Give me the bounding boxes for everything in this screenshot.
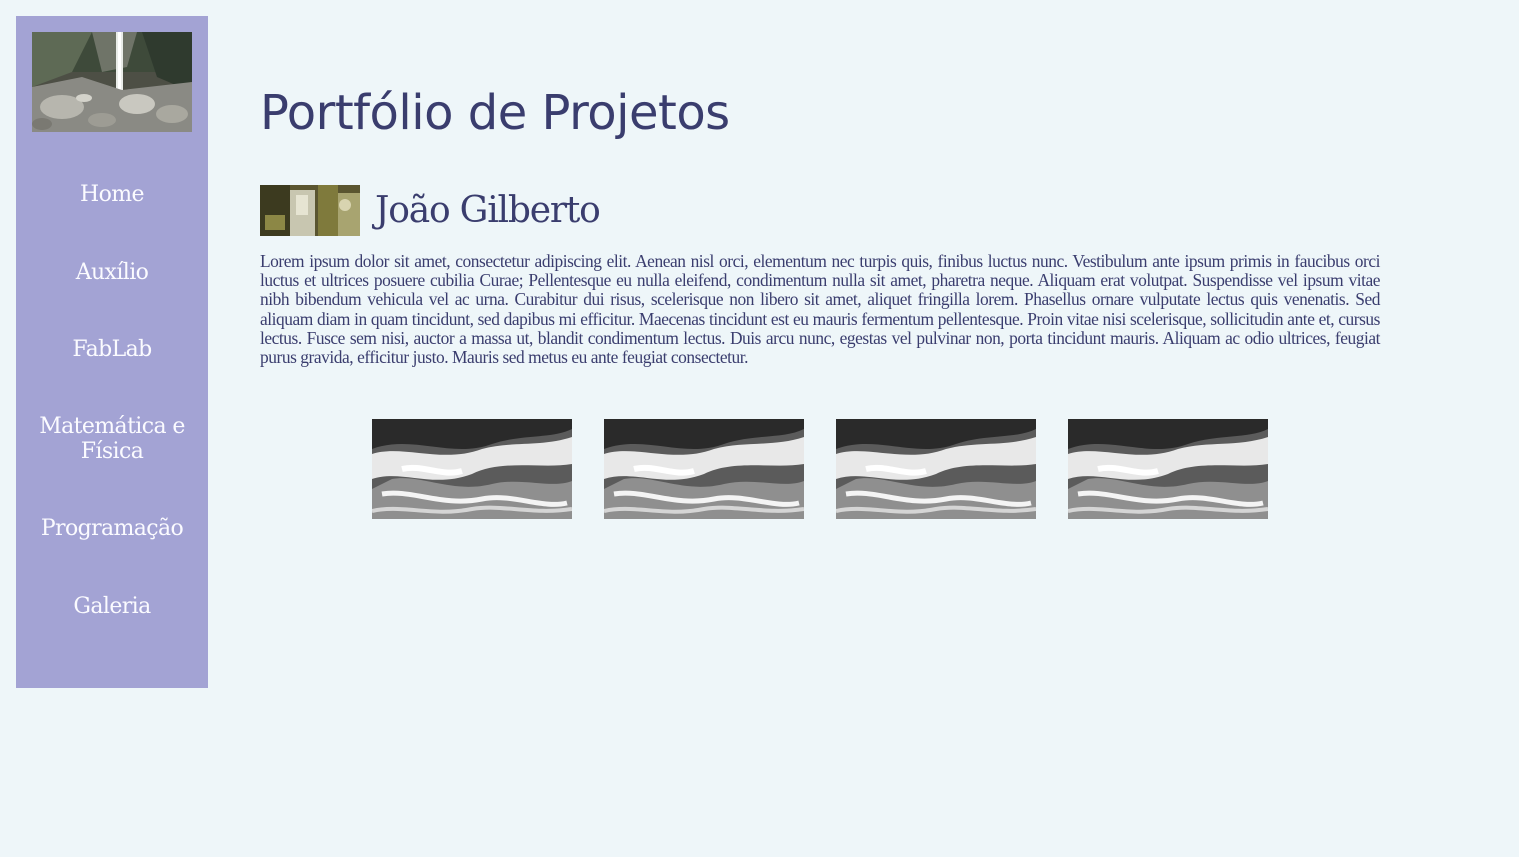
waterfall-logo-image[interactable] bbox=[32, 32, 192, 132]
nav-galeria[interactable]: Galeria bbox=[16, 594, 208, 619]
gallery-image-1[interactable] bbox=[372, 419, 572, 519]
nav-programacao[interactable]: Programação bbox=[16, 516, 208, 541]
nav-matematica-fisica[interactable]: Matemática e Física bbox=[16, 414, 208, 464]
nav-home[interactable]: Home bbox=[16, 182, 208, 207]
project-description: Lorem ipsum dolor sit amet, consectetur … bbox=[260, 251, 1380, 368]
gallery-image-4[interactable] bbox=[1068, 419, 1268, 519]
nav-auxilio[interactable]: Auxílio bbox=[16, 260, 208, 285]
project-name: João Gilberto bbox=[375, 190, 601, 231]
gallery-image-2[interactable] bbox=[604, 419, 804, 519]
sidebar: Home Auxílio FabLab Matemática e Física … bbox=[16, 16, 208, 688]
gallery-image-3[interactable] bbox=[836, 419, 1036, 519]
project-gallery bbox=[372, 419, 1268, 519]
project-header: João Gilberto bbox=[260, 185, 601, 236]
page-title: Portfólio de Projetos bbox=[260, 85, 730, 141]
project-thumbnail-image bbox=[260, 185, 360, 236]
nav-fablab[interactable]: FabLab bbox=[16, 337, 208, 362]
sidebar-nav: Home Auxílio FabLab Matemática e Física … bbox=[16, 166, 208, 619]
